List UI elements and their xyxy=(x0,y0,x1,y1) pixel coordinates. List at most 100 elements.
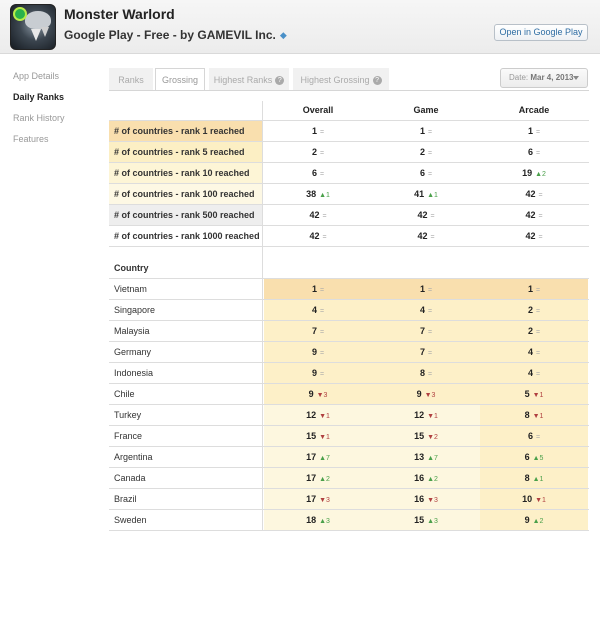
gamevil-badge-icon xyxy=(13,7,27,21)
summary-row: # of countries - rank 5 reached 2 = 2 = 6 = xyxy=(109,142,589,163)
rank-cell: 12 ▼1 xyxy=(264,405,372,425)
rank-cell: 6 ▲5 xyxy=(480,447,588,467)
date-picker-button[interactable]: Date: Mar 4, 2013 xyxy=(500,68,588,88)
tab-label: Highest Grossing xyxy=(300,75,370,85)
rank-value: 16 xyxy=(414,473,425,483)
rank-down-indicator: ▼1 xyxy=(319,413,330,420)
rank-value: 42 xyxy=(525,210,536,220)
rank-unchanged-indicator: = xyxy=(427,308,433,315)
rank-value: 1 xyxy=(311,284,317,294)
rank-value: 9 xyxy=(311,368,317,378)
rank-cell: 6 = xyxy=(264,163,372,183)
rank-value: 18 xyxy=(306,515,317,525)
tab-highest-grossing[interactable]: Highest Grossing? xyxy=(293,68,389,90)
rank-value: 17 xyxy=(306,452,317,462)
rank-cell: 8 ▼1 xyxy=(480,405,588,425)
rank-value: 12 xyxy=(306,410,317,420)
rank-value: 16 xyxy=(414,494,425,504)
country-row: Vietnam 1 = 1 = 1 = xyxy=(109,279,589,300)
country-row: Germany 9 = 7 = 4 = xyxy=(109,342,589,363)
rank-cell: 9 ▼3 xyxy=(264,384,372,404)
rank-cell: 4 = xyxy=(264,300,372,320)
rank-cell: 10 ▼1 xyxy=(480,489,588,509)
rank-unchanged-indicator: = xyxy=(427,129,433,136)
sidebar-item-app-details[interactable]: App Details xyxy=(13,70,103,91)
rank-value: 9 xyxy=(311,347,317,357)
open-in-google-play-button[interactable]: Open in Google Play xyxy=(494,24,588,41)
rank-value: 7 xyxy=(311,326,317,336)
date-value: Mar 4, 2013 xyxy=(530,73,574,82)
summary-row: # of countries - rank 500 reached 42 = 42 = 4… xyxy=(109,205,589,226)
rank-up-indicator: ▲3 xyxy=(427,518,438,525)
summary-row: # of countries - rank 1 reached 1 = 1 = 1 = xyxy=(109,121,589,142)
rank-cell: 2 = xyxy=(480,321,588,341)
country-name: Brazil xyxy=(109,489,263,509)
rank-up-indicator: ▲1 xyxy=(427,192,438,199)
rank-unchanged-indicator: = xyxy=(538,192,543,199)
rank-cell: 6 = xyxy=(480,142,588,162)
monster-fang-shape xyxy=(31,29,41,41)
country-row: Indonesia 9 = 8 = 4 = xyxy=(109,363,589,384)
rank-unchanged-indicator: = xyxy=(322,234,327,241)
rank-value: 1 xyxy=(527,126,533,136)
rank-up-indicator: ▲2 xyxy=(532,518,544,525)
summary-row-label: # of countries - rank 10 reached xyxy=(109,163,263,183)
rank-unchanged-indicator: = xyxy=(319,350,325,357)
store-link-icon[interactable]: ◆ xyxy=(280,30,287,40)
rank-cell: 41 ▲1 xyxy=(372,184,480,204)
rank-unchanged-indicator: = xyxy=(427,350,433,357)
rank-value: 42 xyxy=(525,189,536,199)
sidebar-item-daily-ranks[interactable]: Daily Ranks xyxy=(13,91,103,112)
monster-fang-shape xyxy=(41,27,49,37)
sidebar-item-rank-history[interactable]: Rank History xyxy=(13,112,103,133)
tab-ranks[interactable]: Ranks xyxy=(109,68,153,90)
country-name: Indonesia xyxy=(109,363,263,383)
rank-cell: 1 = xyxy=(480,279,588,299)
rank-cell: 2 = xyxy=(372,142,480,162)
tab-label: Ranks xyxy=(118,75,144,85)
rank-cell: 6 = xyxy=(372,163,480,183)
app-icon xyxy=(10,4,56,50)
rank-unchanged-indicator: = xyxy=(427,287,433,294)
tab-highest-ranks[interactable]: Highest Ranks? xyxy=(209,68,289,90)
rank-value: 15 xyxy=(414,431,425,441)
country-name: Vietnam xyxy=(109,279,263,299)
country-row: Malaysia 7 = 7 = 2 = xyxy=(109,321,589,342)
rank-cell: 4 = xyxy=(480,363,588,383)
help-icon[interactable]: ? xyxy=(372,76,382,86)
rank-cell: 1 = xyxy=(480,121,588,141)
rank-value: 9 xyxy=(416,389,422,399)
summary-row: # of countries - rank 100 reached 38 ▲1 41 ▲… xyxy=(109,184,589,205)
rank-up-indicator: ▲5 xyxy=(532,455,544,462)
rank-up-indicator: ▲7 xyxy=(319,455,330,462)
summary-row-label: # of countries - rank 1000 reached xyxy=(109,226,263,246)
rank-up-indicator: ▲3 xyxy=(319,518,330,525)
tab-grossing[interactable]: Grossing xyxy=(155,68,205,91)
rank-cell: 8 ▲1 xyxy=(480,468,588,488)
country-name: Singapore xyxy=(109,300,263,320)
rank-up-indicator: ▲2 xyxy=(535,171,546,178)
country-row: Brazil 17 ▼3 16 ▼3 10 ▼1 xyxy=(109,489,589,510)
rank-cell: 7 = xyxy=(264,321,372,341)
rank-down-indicator: ▼1 xyxy=(532,413,544,420)
rank-unchanged-indicator: = xyxy=(535,350,541,357)
rank-unchanged-indicator: = xyxy=(538,213,543,220)
summary-row: # of countries - rank 10 reached 6 = 6 = 19 ▲2 xyxy=(109,163,589,184)
rank-cell: 9 ▼3 xyxy=(372,384,480,404)
summary-row-label: # of countries - rank 5 reached xyxy=(109,142,263,162)
rank-cell: 6 = xyxy=(480,426,588,446)
rank-cell: 13 ▲7 xyxy=(372,447,480,467)
rank-cell: 9 = xyxy=(264,363,372,383)
rank-unchanged-indicator: = xyxy=(535,150,541,157)
rank-unchanged-indicator: = xyxy=(535,129,541,136)
help-icon[interactable]: ? xyxy=(275,76,285,86)
rank-value: 13 xyxy=(414,452,425,462)
rank-cell: 42 = xyxy=(372,226,480,246)
country-column-header: Country xyxy=(109,247,263,278)
country-row: Sweden 18 ▲3 15 ▲3 9 ▲2 xyxy=(109,510,589,531)
chevron-down-icon xyxy=(573,76,579,80)
sidebar-item-features[interactable]: Features xyxy=(13,133,103,154)
rank-cell: 1 = xyxy=(264,279,372,299)
rank-value: 4 xyxy=(311,305,317,315)
date-prefix: Date: xyxy=(509,73,529,82)
